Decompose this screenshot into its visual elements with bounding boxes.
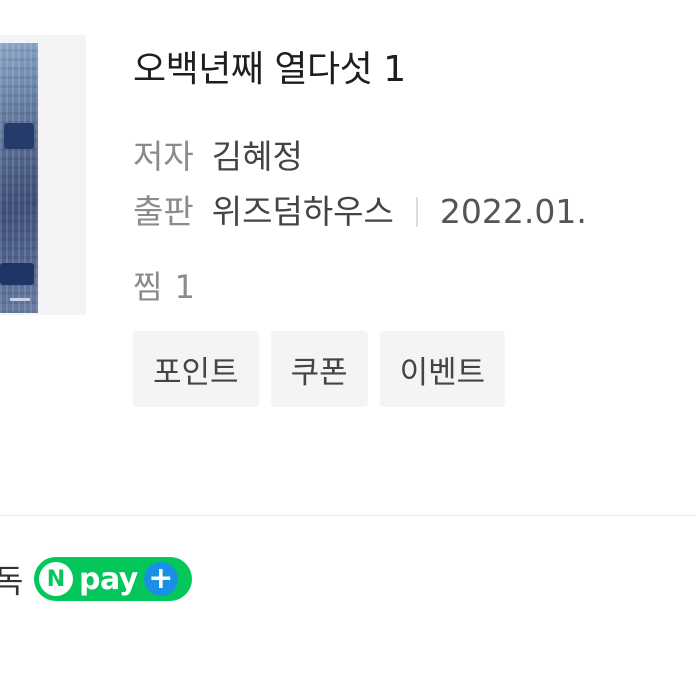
benefit-tags: 포인트 쿠폰 이벤트 bbox=[133, 331, 506, 407]
tag-point[interactable]: 포인트 bbox=[133, 331, 259, 407]
section-divider bbox=[0, 515, 695, 516]
publish-date: 2022.01. bbox=[439, 192, 587, 231]
publisher-label: 출판 bbox=[133, 192, 194, 231]
publisher-name[interactable]: 위즈덤하우스 bbox=[212, 192, 394, 231]
author-label: 저자 bbox=[133, 137, 194, 176]
tag-event[interactable]: 이벤트 bbox=[379, 331, 506, 407]
likes-label: 찜 bbox=[133, 268, 163, 306]
npay-text: pay bbox=[79, 561, 138, 597]
npay-n-logo-icon: N bbox=[39, 562, 73, 596]
book-title[interactable]: 오백년째 열다섯 1 bbox=[133, 40, 406, 92]
author-name[interactable]: 김혜정 bbox=[212, 137, 303, 176]
tag-coupon[interactable]: 쿠폰 bbox=[270, 331, 368, 407]
likes-number: 1 bbox=[174, 268, 195, 306]
meta-divider bbox=[415, 197, 418, 227]
book-cover-image bbox=[0, 43, 38, 313]
publisher-row: 출판 위즈덤하우스 2022.01. bbox=[133, 185, 587, 233]
likes-count: 찜1 bbox=[133, 262, 195, 308]
author-row: 저자 김혜정 bbox=[133, 130, 303, 178]
plus-icon: + bbox=[143, 562, 178, 596]
npay-plus-badge[interactable]: N pay + bbox=[34, 557, 192, 601]
footer-partial-text: 독 bbox=[0, 562, 24, 600]
book-cover-thumbnail[interactable] bbox=[0, 35, 86, 315]
